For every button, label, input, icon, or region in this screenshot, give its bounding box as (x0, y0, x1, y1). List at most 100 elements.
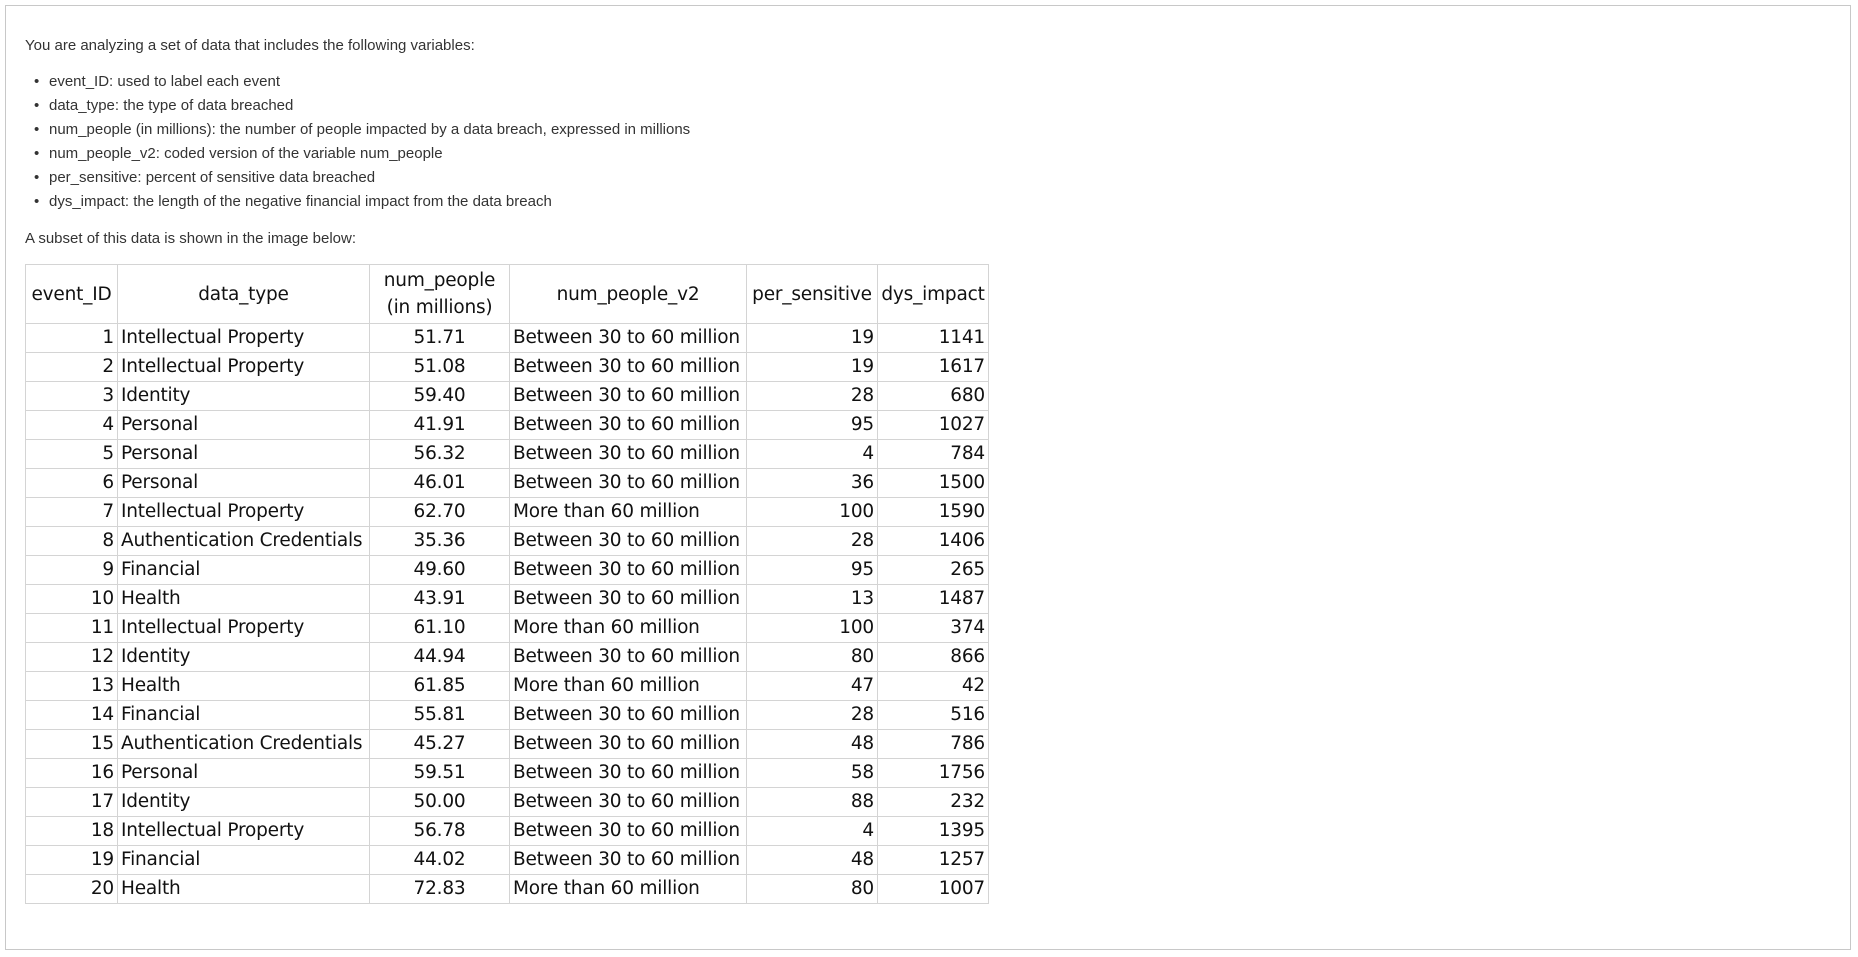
cell-num-people-v2: Between 30 to 60 million (509, 845, 747, 875)
header-num-people-line1: num_people (383, 270, 496, 291)
cell-data-type: Financial (117, 700, 370, 730)
cell-per-sensitive: 80 (746, 642, 878, 672)
cell-num-people: 43.91 (369, 584, 510, 614)
cell-event-id: 20 (25, 874, 118, 904)
cell-num-people: 51.71 (369, 323, 510, 353)
cell-data-type: Financial (117, 845, 370, 875)
table-row: 8 Authentication Credentials 35.36 Between … (25, 526, 989, 556)
cell-data-type: Authentication Credentials (117, 526, 370, 556)
table-row: 20 Health 72.83 More than 60 million 80 1007 (25, 874, 989, 904)
data-table: event_ID data_type num_people (in millio… (25, 264, 989, 904)
cell-dys-impact: 784 (877, 439, 989, 469)
table-row: 19 Financial 44.02 Between 30 to 60 million… (25, 845, 989, 875)
table-row: 1 Intellectual Property 51.71 Between 30 to… (25, 323, 989, 353)
cell-num-people-v2: Between 30 to 60 million (509, 642, 747, 672)
table-header-row: event_ID data_type num_people (in millio… (25, 264, 989, 324)
cell-event-id: 9 (25, 555, 118, 585)
cell-num-people-v2: Between 30 to 60 million (509, 700, 747, 730)
table-body: 1 Intellectual Property 51.71 Between 30 to… (25, 323, 989, 904)
cell-num-people: 45.27 (369, 729, 510, 759)
cell-data-type: Health (117, 874, 370, 904)
cell-num-people: 59.51 (369, 758, 510, 788)
cell-event-id: 16 (25, 758, 118, 788)
cell-dys-impact: 374 (877, 613, 989, 643)
cell-data-type: Intellectual Property (117, 323, 370, 353)
cell-per-sensitive: 80 (746, 874, 878, 904)
cell-per-sensitive: 58 (746, 758, 878, 788)
table-row: 10 Health 43.91 Between 30 to 60 million 13 1… (25, 584, 989, 614)
cell-event-id: 3 (25, 381, 118, 411)
cell-event-id: 18 (25, 816, 118, 846)
table-row: 2 Intellectual Property 51.08 Between 30 to… (25, 352, 989, 382)
cell-per-sensitive: 48 (746, 729, 878, 759)
cell-dys-impact: 1590 (877, 497, 989, 527)
cell-data-type: Authentication Credentials (117, 729, 370, 759)
cell-num-people: 72.83 (369, 874, 510, 904)
cell-num-people: 44.94 (369, 642, 510, 672)
cell-data-type: Financial (117, 555, 370, 585)
cell-num-people-v2: Between 30 to 60 million (509, 526, 747, 556)
cell-num-people: 51.08 (369, 352, 510, 382)
cell-per-sensitive: 19 (746, 352, 878, 382)
variable-item: per_sensitive: percent of sensitive data… (34, 166, 690, 190)
table-row: 11 Intellectual Property 61.10 More than 60… (25, 613, 989, 643)
cell-dys-impact: 786 (877, 729, 989, 759)
cell-event-id: 13 (25, 671, 118, 701)
header-event-id: event_ID (25, 264, 118, 324)
cell-num-people-v2: Between 30 to 60 million (509, 439, 747, 469)
cell-dys-impact: 1007 (877, 874, 989, 904)
header-num-people-line2: (in millions) (386, 297, 493, 318)
cell-event-id: 1 (25, 323, 118, 353)
table-row: 3 Identity 59.40 Between 30 to 60 million 28… (25, 381, 989, 411)
cell-event-id: 6 (25, 468, 118, 498)
cell-event-id: 10 (25, 584, 118, 614)
cell-num-people-v2: Between 30 to 60 million (509, 584, 747, 614)
cell-num-people-v2: Between 30 to 60 million (509, 468, 747, 498)
cell-data-type: Intellectual Property (117, 816, 370, 846)
cell-event-id: 4 (25, 410, 118, 440)
cell-num-people: 61.85 (369, 671, 510, 701)
cell-num-people: 56.32 (369, 439, 510, 469)
cell-event-id: 17 (25, 787, 118, 817)
cell-dys-impact: 1406 (877, 526, 989, 556)
cell-per-sensitive: 28 (746, 526, 878, 556)
cell-per-sensitive: 19 (746, 323, 878, 353)
cell-data-type: Identity (117, 787, 370, 817)
cell-data-type: Personal (117, 468, 370, 498)
cell-per-sensitive: 100 (746, 497, 878, 527)
cell-num-people: 50.00 (369, 787, 510, 817)
cell-per-sensitive: 36 (746, 468, 878, 498)
cell-per-sensitive: 100 (746, 613, 878, 643)
cell-num-people-v2: Between 30 to 60 million (509, 816, 747, 846)
cell-per-sensitive: 4 (746, 439, 878, 469)
cell-num-people-v2: Between 30 to 60 million (509, 381, 747, 411)
cell-data-type: Intellectual Property (117, 352, 370, 382)
table-row: 13 Health 61.85 More than 60 million 47 42 (25, 671, 989, 701)
cell-data-type: Identity (117, 381, 370, 411)
subset-text: A subset of this data is shown in the im… (25, 230, 357, 247)
cell-dys-impact: 232 (877, 787, 989, 817)
cell-per-sensitive: 28 (746, 381, 878, 411)
cell-num-people: 35.36 (369, 526, 510, 556)
cell-data-type: Personal (117, 439, 370, 469)
cell-data-type: Identity (117, 642, 370, 672)
cell-data-type: Intellectual Property (117, 497, 370, 527)
cell-per-sensitive: 47 (746, 671, 878, 701)
cell-per-sensitive: 13 (746, 584, 878, 614)
table-row: 9 Financial 49.60 Between 30 to 60 million 9… (25, 555, 989, 585)
cell-num-people-v2: More than 60 million (509, 613, 747, 643)
header-num-people-v2: num_people_v2 (509, 264, 747, 324)
cell-num-people: 59.40 (369, 381, 510, 411)
cell-num-people: 56.78 (369, 816, 510, 846)
cell-num-people: 49.60 (369, 555, 510, 585)
cell-dys-impact: 516 (877, 700, 989, 730)
cell-per-sensitive: 95 (746, 410, 878, 440)
cell-per-sensitive: 95 (746, 555, 878, 585)
cell-dys-impact: 866 (877, 642, 989, 672)
table-row: 15 Authentication Credentials 45.27 Between… (25, 729, 989, 759)
cell-per-sensitive: 48 (746, 845, 878, 875)
cell-dys-impact: 1487 (877, 584, 989, 614)
cell-event-id: 2 (25, 352, 118, 382)
cell-num-people-v2: Between 30 to 60 million (509, 729, 747, 759)
table-row: 6 Personal 46.01 Between 30 to 60 million 36… (25, 468, 989, 498)
